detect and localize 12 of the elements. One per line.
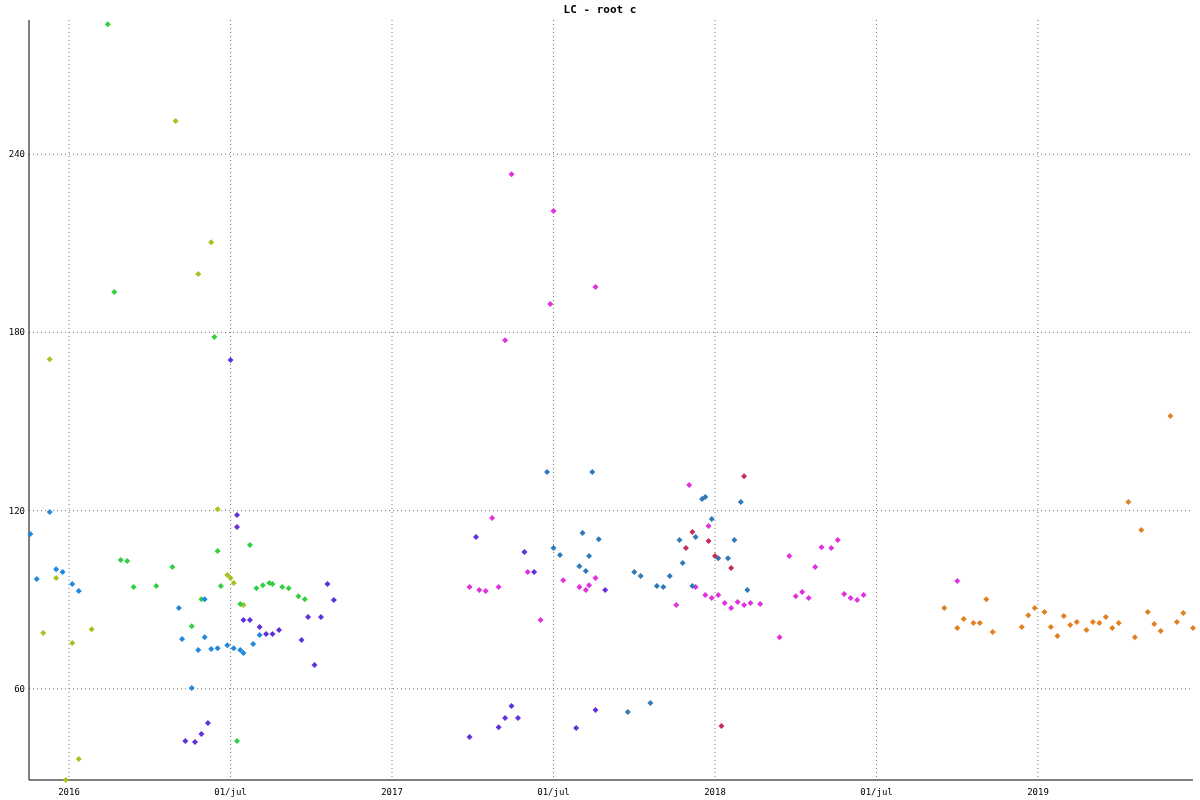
x-tick-label: 2019 [1027, 787, 1049, 797]
chart-title: LC - root c [563, 3, 637, 16]
x-tick-label: 2018 [704, 787, 726, 797]
x-tick-label: 01/jul [860, 787, 893, 797]
x-tick-label: 01/jul [214, 787, 247, 797]
x-tick-label: 2016 [58, 787, 80, 797]
y-tick-label: 240 [8, 149, 25, 160]
y-tick-label: 180 [8, 327, 25, 338]
y-tick-label: 60 [14, 683, 25, 694]
x-tick-label: 2017 [381, 787, 403, 797]
y-tick-label: 120 [8, 505, 25, 516]
x-tick-label: 01/jul [537, 787, 570, 797]
